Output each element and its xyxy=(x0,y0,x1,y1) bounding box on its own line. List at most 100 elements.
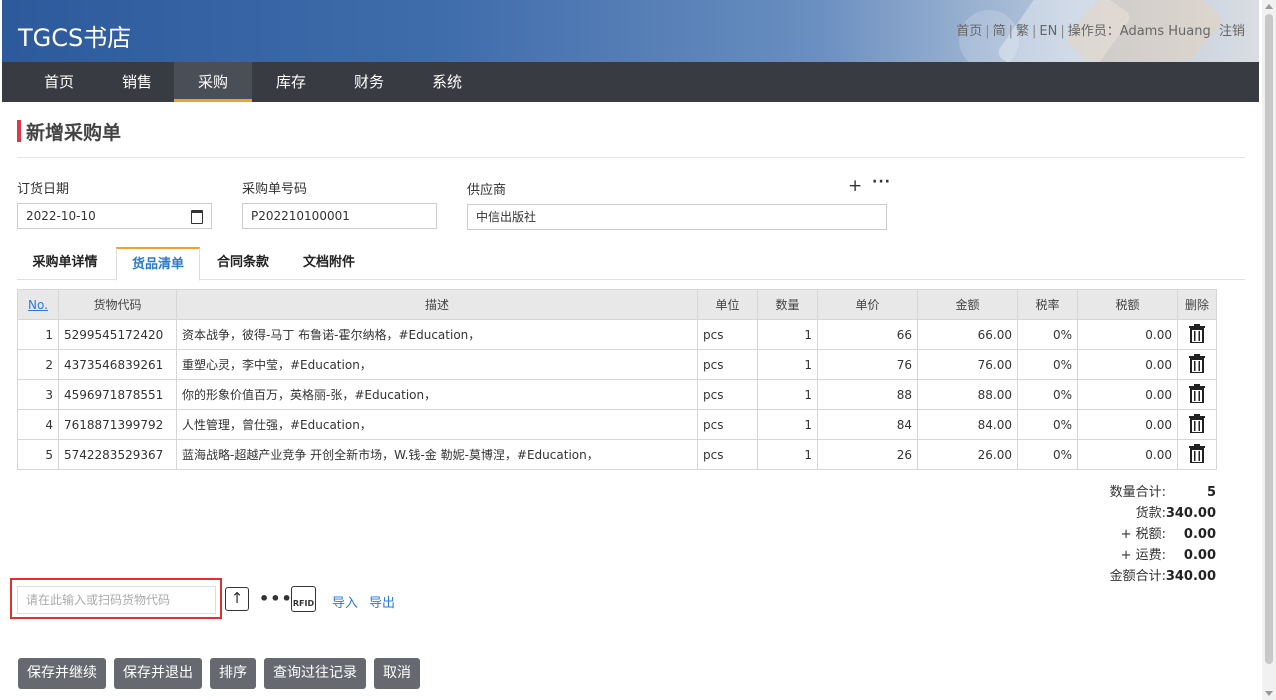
qty-total-value: 5 xyxy=(1206,485,1216,500)
trash-icon[interactable] xyxy=(1189,443,1205,466)
nav-item-home[interactable]: 首页 xyxy=(20,62,98,102)
po-number-input[interactable]: P202210100001 xyxy=(242,203,437,229)
table-row[interactable]: 5 5742283529367 蓝海战略-超越产业竞争 开创全新市场，W.钱-金… xyxy=(17,439,1217,470)
row-code: 4596971878551 xyxy=(58,379,177,410)
upload-arrow-icon[interactable]: ↑ xyxy=(225,587,249,611)
scroll-up-icon[interactable] xyxy=(1265,4,1273,9)
row-description: 重塑心灵，李中莹，#Education， xyxy=(176,349,698,380)
calendar-icon[interactable] xyxy=(191,210,203,224)
row-tax-rate: 0% xyxy=(1017,319,1078,350)
row-qty[interactable]: 1 xyxy=(757,439,818,470)
nav-item-purchase[interactable]: 采购 xyxy=(174,62,252,102)
tab-goods-list[interactable]: 货品清单 xyxy=(116,247,200,281)
table-row[interactable]: 1 5299545172420 资本战争，彼得-马丁 布鲁诺-霍尔纳格，#Edu… xyxy=(17,319,1217,350)
row-qty[interactable]: 1 xyxy=(757,409,818,440)
history-button[interactable]: 查询过往记录 xyxy=(264,658,366,689)
table-row[interactable]: 3 4596971878551 你的形象价值百万，英格丽-张，#Educatio… xyxy=(17,379,1217,410)
row-code: 5299545172420 xyxy=(58,319,177,350)
goods-total-value: 340.00 xyxy=(1165,506,1216,521)
nav-item-sales[interactable]: 销售 xyxy=(98,62,176,102)
order-date-value: 2022-10-10 xyxy=(26,209,96,223)
row-code: 7618871399792 xyxy=(58,409,177,440)
nav-item-finance[interactable]: 财务 xyxy=(330,62,408,102)
import-link[interactable]: 导入 xyxy=(332,592,358,611)
nav-item-inventory[interactable]: 库存 xyxy=(252,62,330,102)
trash-icon[interactable] xyxy=(1189,383,1205,406)
more-icon[interactable]: ··· xyxy=(872,174,891,190)
order-date-label: 订货日期 xyxy=(17,182,70,197)
row-tax-amount: 0.00 xyxy=(1077,409,1178,440)
row-description: 蓝海战略-超越产业竞争 开创全新市场，W.钱-金 勒妮-莫博涅，#Educati… xyxy=(176,439,698,470)
row-unit-price[interactable]: 76 xyxy=(817,349,918,380)
tab-attachments[interactable]: 文档附件 xyxy=(290,247,368,279)
table-row[interactable]: 2 4373546839261 重塑心灵，李中莹，#Education， pcs… xyxy=(17,349,1217,380)
row-unit-price[interactable]: 84 xyxy=(817,409,918,440)
row-tax-amount: 0.00 xyxy=(1077,349,1178,380)
more-options-icon[interactable]: ••• xyxy=(259,589,293,608)
save-continue-button[interactable]: 保存并继续 xyxy=(18,658,106,689)
tab-order-details[interactable]: 采购单详情 xyxy=(24,247,106,279)
row-tax-rate: 0% xyxy=(1017,439,1078,470)
trash-icon[interactable] xyxy=(1189,323,1205,346)
row-no: 2 xyxy=(17,349,59,380)
add-supplier-icon[interactable]: + xyxy=(848,176,862,196)
tax-total-label: + 税额: xyxy=(1120,527,1166,542)
divider xyxy=(17,157,1245,158)
header-link-traditional[interactable]: 繁 xyxy=(1016,24,1029,39)
row-amount: 66.00 xyxy=(917,319,1018,350)
tax-total-value: 0.00 xyxy=(1183,527,1216,542)
tab-contract-terms[interactable]: 合同条款 xyxy=(204,247,282,279)
page-title: 新增采购单 xyxy=(26,122,122,144)
column-header-unit: 单位 xyxy=(697,289,758,320)
sort-button[interactable]: 排序 xyxy=(210,658,256,689)
row-amount: 26.00 xyxy=(917,439,1018,470)
save-exit-button[interactable]: 保存并退出 xyxy=(114,658,202,689)
order-date-input[interactable]: 2022-10-10 xyxy=(17,203,212,229)
scroll-thumb[interactable] xyxy=(1265,14,1273,664)
row-unit-price[interactable]: 88 xyxy=(817,379,918,410)
trash-icon[interactable] xyxy=(1189,413,1205,436)
trash-icon[interactable] xyxy=(1189,353,1205,376)
cancel-button[interactable]: 取消 xyxy=(374,658,420,689)
row-qty[interactable]: 1 xyxy=(757,349,818,380)
row-no: 3 xyxy=(17,379,59,410)
grand-total-label: 金额合计: xyxy=(1109,569,1166,584)
po-number-value: P202210100001 xyxy=(251,209,350,223)
export-link[interactable]: 导出 xyxy=(369,592,395,611)
column-header-qty: 数量 xyxy=(757,289,818,320)
row-code: 5742283529367 xyxy=(58,439,177,470)
column-header-no[interactable]: No. xyxy=(17,289,59,320)
supplier-input[interactable]: 中信出版社 xyxy=(467,204,887,230)
row-tax-rate: 0% xyxy=(1017,379,1078,410)
scroll-down-icon[interactable] xyxy=(1265,691,1273,696)
header-link-home[interactable]: 首页 xyxy=(956,24,982,39)
nav-item-system[interactable]: 系统 xyxy=(408,62,486,102)
row-qty[interactable]: 1 xyxy=(757,379,818,410)
header-links: 首页 | 简 | 繁 | EN | 操作员：Adams Huang 注销 xyxy=(956,24,1245,39)
operator-label: 操作员： xyxy=(1067,24,1120,39)
row-unit: pcs xyxy=(697,409,758,440)
vertical-scrollbar[interactable] xyxy=(1262,0,1276,700)
row-unit-price[interactable]: 66 xyxy=(817,319,918,350)
table-header-row: No. 货物代码 描述 单位 数量 单价 金额 税率 税额 删除 xyxy=(17,289,1217,320)
row-unit-price[interactable]: 26 xyxy=(817,439,918,470)
po-number-label: 采购单号码 xyxy=(242,182,308,197)
header-link-simplified[interactable]: 简 xyxy=(993,24,1006,39)
column-header-code: 货物代码 xyxy=(58,289,177,320)
rfid-icon[interactable]: RFID xyxy=(291,586,316,612)
logout-link[interactable]: 注销 xyxy=(1219,24,1245,39)
goods-total-label: 货款: xyxy=(1135,506,1166,521)
operator-name: Adams Huang xyxy=(1119,24,1211,39)
goods-code-input[interactable]: 请在此输入或扫码货物代码 xyxy=(17,586,216,614)
supplier-value: 中信出版社 xyxy=(476,210,537,224)
header-link-english[interactable]: EN xyxy=(1039,24,1057,39)
row-unit: pcs xyxy=(697,379,758,410)
freight-value: 0.00 xyxy=(1183,548,1216,563)
goods-table: No. 货物代码 描述 单位 数量 单价 金额 税率 税额 删除 1 52995… xyxy=(17,289,1217,470)
qty-total-label: 数量合计: xyxy=(1109,485,1166,500)
row-tax-rate: 0% xyxy=(1017,349,1078,380)
table-row[interactable]: 4 7618871399792 人性管理，曾仕强，#Education， pcs… xyxy=(17,409,1217,440)
row-unit: pcs xyxy=(697,349,758,380)
row-qty[interactable]: 1 xyxy=(757,319,818,350)
column-header-amount: 金额 xyxy=(917,289,1018,320)
